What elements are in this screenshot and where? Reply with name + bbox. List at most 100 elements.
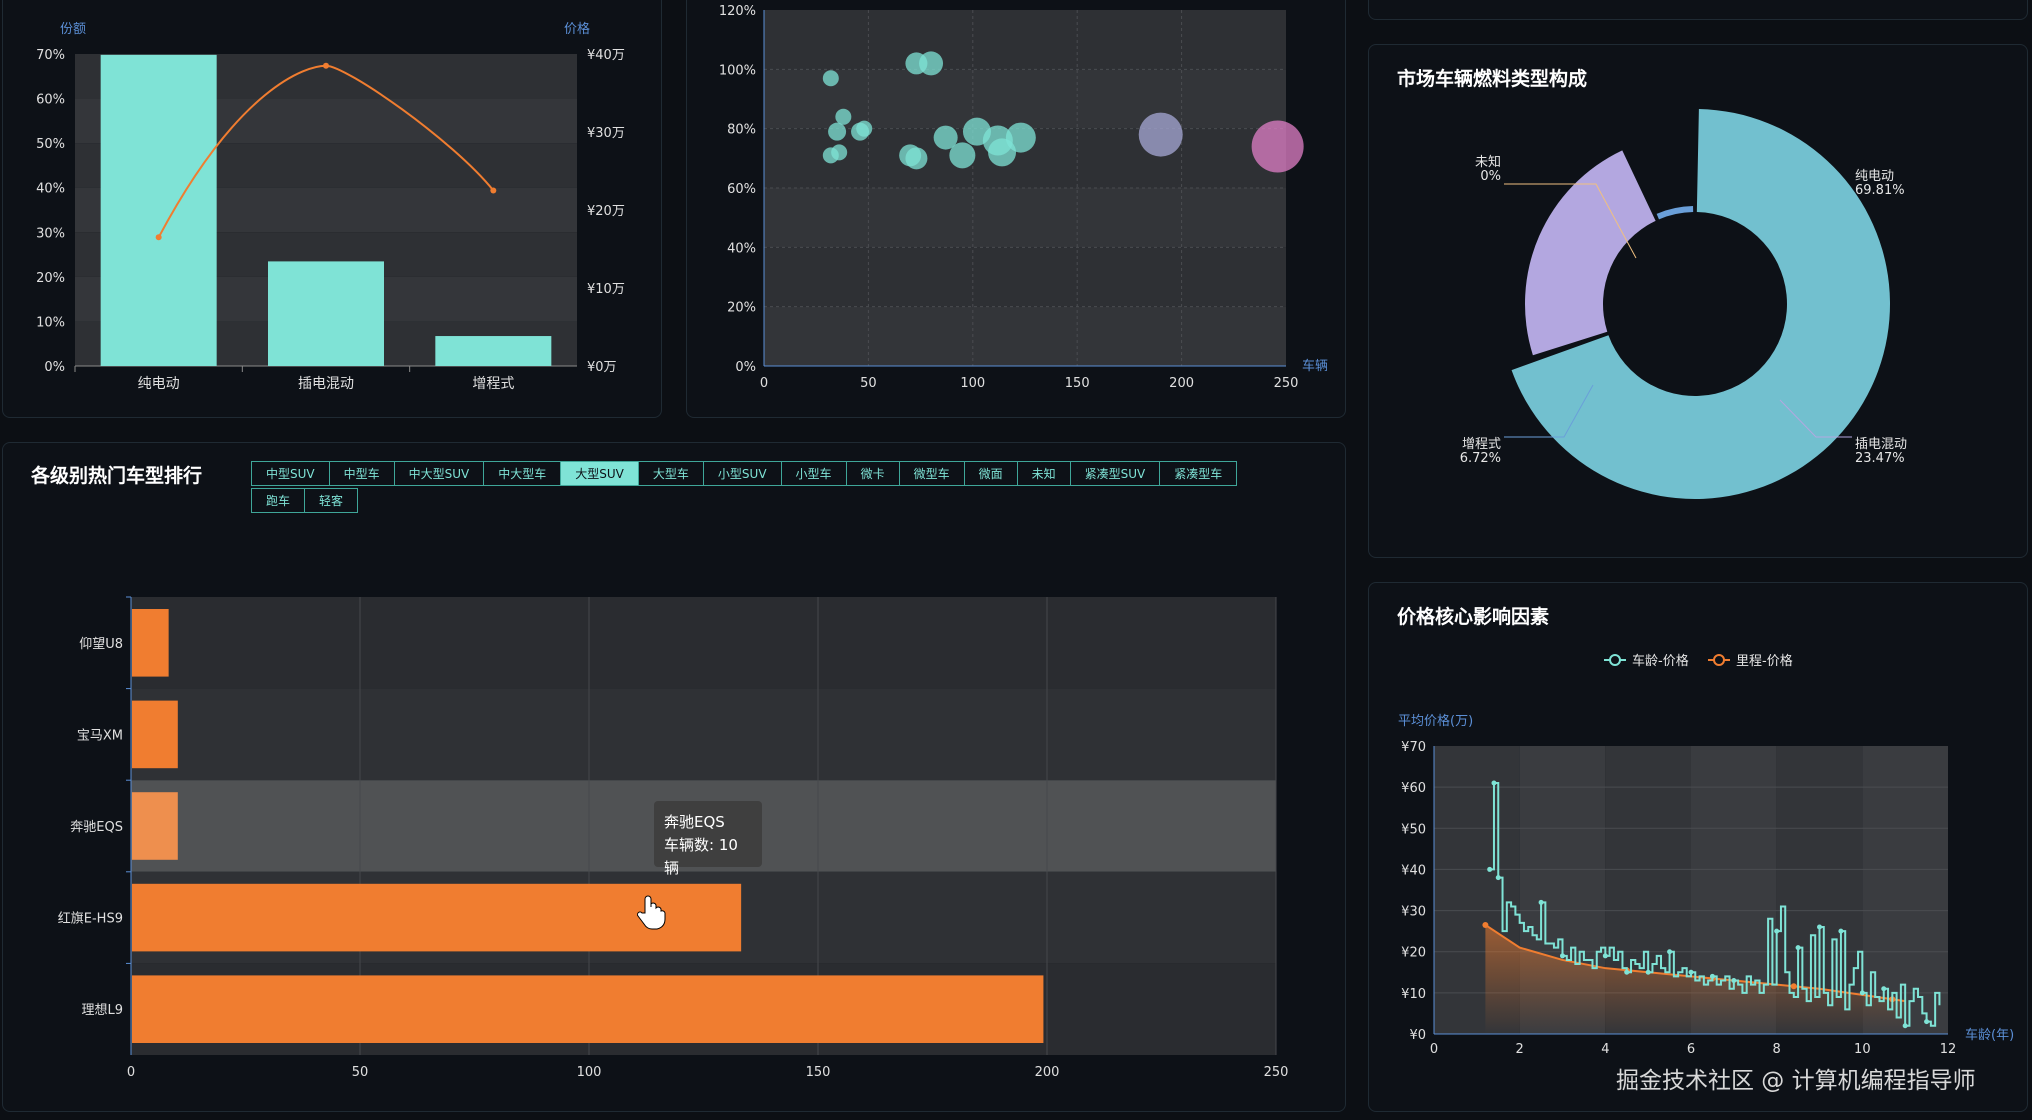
watermark: 掘金技术社区 @ 计算机编程指导师 xyxy=(1616,1068,1976,1094)
tab-6[interactable]: 小型SUV xyxy=(702,461,782,486)
slice-value-未知: 0% xyxy=(1480,169,1501,184)
price-title: 价格核心影响因素 xyxy=(1397,606,1550,628)
y-tick-label: ¥70 xyxy=(1401,740,1426,755)
age-point-11 xyxy=(1731,978,1737,984)
tab-14[interactable]: 跑车 xyxy=(251,488,306,513)
bubble-3 xyxy=(835,108,852,125)
slice-插电混动 xyxy=(1525,150,1656,356)
age-point-10 xyxy=(1709,973,1715,979)
slice-value-纯电动: 69.81% xyxy=(1855,183,1905,198)
y-tick-label: 80% xyxy=(727,123,756,138)
tab-9[interactable]: 微型车 xyxy=(898,461,965,486)
x-tick-label: 50 xyxy=(352,1065,369,1080)
x-tick-label: 100 xyxy=(577,1065,602,1080)
bubble-10 xyxy=(905,147,928,170)
tab-1[interactable]: 中型车 xyxy=(328,461,395,486)
x-tick-label: 插电混动 xyxy=(298,376,354,392)
price-point-0 xyxy=(155,234,162,241)
y-tick-label: 0% xyxy=(735,360,756,375)
tab-3[interactable]: 中大型车 xyxy=(483,461,562,486)
y-tick-label: ¥40 xyxy=(1401,863,1426,878)
legend-label-1: 里程-价格 xyxy=(1736,653,1793,669)
y-axis-title: 平均价格(万) xyxy=(1398,713,1473,729)
bar-纯电动 xyxy=(100,54,217,366)
age-point-9 xyxy=(1688,969,1694,975)
bubble-17 xyxy=(1138,112,1183,157)
bar-增程式 xyxy=(435,336,552,366)
age-point-18 xyxy=(1902,1023,1908,1029)
tooltip-detail: 车辆数: 10辆 xyxy=(664,836,738,877)
bar-仰望U8 xyxy=(132,609,169,677)
bubble-18 xyxy=(1251,120,1304,173)
y-right-tick-label: ¥10万 xyxy=(587,282,625,297)
plot-band xyxy=(764,188,1286,248)
y-tick-label: ¥0 xyxy=(1409,1028,1426,1043)
tab-12[interactable]: 紧凑型SUV xyxy=(1069,461,1161,486)
bubble-0 xyxy=(822,70,839,87)
slice-name-增程式: 增程式 xyxy=(1462,437,1501,452)
tab-7[interactable]: 小型车 xyxy=(780,461,847,486)
tab-11[interactable]: 未知 xyxy=(1016,461,1071,486)
tab-2[interactable]: 中大型SUV xyxy=(393,461,485,486)
tab-13[interactable]: 紧凑型车 xyxy=(1159,461,1238,486)
category-tabs: 中型SUV 中型车 中大型SUV 中大型车 大型SUV 大型车 小型SUV 小型车 微卡 微型车微… xyxy=(251,461,1252,515)
x-tick-label: 10 xyxy=(1854,1042,1871,1057)
price-point-2 xyxy=(490,187,497,194)
x-tick-label: 200 xyxy=(1169,376,1194,391)
x-tick-label: 0 xyxy=(127,1065,135,1080)
x-tick-label: 250 xyxy=(1274,376,1299,391)
bubble-8 xyxy=(856,120,873,137)
age-point-14 xyxy=(1817,924,1822,930)
plot-band xyxy=(764,10,1286,70)
bubble-12 xyxy=(949,142,976,169)
scatter-chart: 0% 20% 40% 60% 80% 100% 120% 0 50 100 150 200 250车辆 xyxy=(719,4,1328,391)
slice-name-未知: 未知 xyxy=(1475,154,1501,170)
x-tick-label: 150 xyxy=(806,1065,831,1080)
x-tick-label: 2 xyxy=(1516,1042,1524,1057)
y-tick-label: 20% xyxy=(727,301,756,316)
age-point-6 xyxy=(1624,969,1630,975)
price-point-1 xyxy=(323,62,329,69)
x-tick-label: 250 xyxy=(1264,1065,1289,1080)
bubble-16 xyxy=(1005,122,1036,153)
tab-0[interactable]: 中型SUV xyxy=(251,461,330,486)
y-right-tick-label: ¥40万 xyxy=(587,48,625,63)
tab-5[interactable]: 大型车 xyxy=(637,461,704,486)
age-point-15 xyxy=(1838,928,1844,934)
age-point-12 xyxy=(1774,928,1780,934)
y-tick-label: 0% xyxy=(44,360,65,375)
x-tick-label: 150 xyxy=(1065,376,1090,391)
fuel-donut-chart: 纯电动69.81% 插电混动23.47% 增程式6.72% 未知0% xyxy=(1460,109,1907,499)
age-point-3 xyxy=(1538,899,1544,905)
x-tick-label: 4 xyxy=(1601,1042,1609,1057)
y-tick-label: 宝马XM xyxy=(77,728,123,743)
y-tick-label: 10% xyxy=(36,315,65,330)
bubble-4 xyxy=(828,122,847,141)
y-tick-label: 40% xyxy=(36,182,65,197)
age-point-8 xyxy=(1667,949,1673,955)
slice-value-增程式: 6.72% xyxy=(1460,451,1501,466)
share-price-chart: 0% 10% 20% 30% 40% 50% 60% 70% ¥0万 ¥10万 ¥20万 ¥30万 ¥4… xyxy=(36,21,625,392)
y-tick-label: 100% xyxy=(719,63,756,78)
y-tick-label: 理想L9 xyxy=(81,1002,123,1018)
age-point-2 xyxy=(1495,875,1501,881)
tab-10[interactable]: 微面 xyxy=(963,461,1018,486)
y-tick-label: 50% xyxy=(36,137,65,152)
y-right-axis-title: 价格 xyxy=(564,21,590,37)
y-tick-label: 20% xyxy=(36,271,65,286)
tab-15[interactable]: 轻客 xyxy=(304,488,359,513)
slice-name-纯电动: 纯电动 xyxy=(1855,169,1894,184)
bar-理想L9 xyxy=(132,975,1044,1043)
fuel-title: 市场车辆燃料类型构成 xyxy=(1397,68,1588,90)
age-point-4 xyxy=(1560,953,1565,959)
plot-band xyxy=(764,247,1286,307)
tab-8[interactable]: 微卡 xyxy=(845,461,900,486)
age-point-7 xyxy=(1645,969,1651,975)
y-axis-title: 份额 xyxy=(60,22,86,37)
price-factor-chart: ¥0 ¥10 ¥20 ¥30 ¥40 ¥50 ¥60 ¥70 0 2 4 6 8 10 12 平均价格(万) 车… xyxy=(1398,653,2014,1057)
age-point-0 xyxy=(1487,866,1493,872)
tab-4[interactable]: 大型SUV xyxy=(560,461,639,486)
slice-value-插电混动: 23.47% xyxy=(1855,451,1905,466)
x-tick-label: 0 xyxy=(760,376,768,391)
x-tick-label: 0 xyxy=(1430,1042,1438,1057)
